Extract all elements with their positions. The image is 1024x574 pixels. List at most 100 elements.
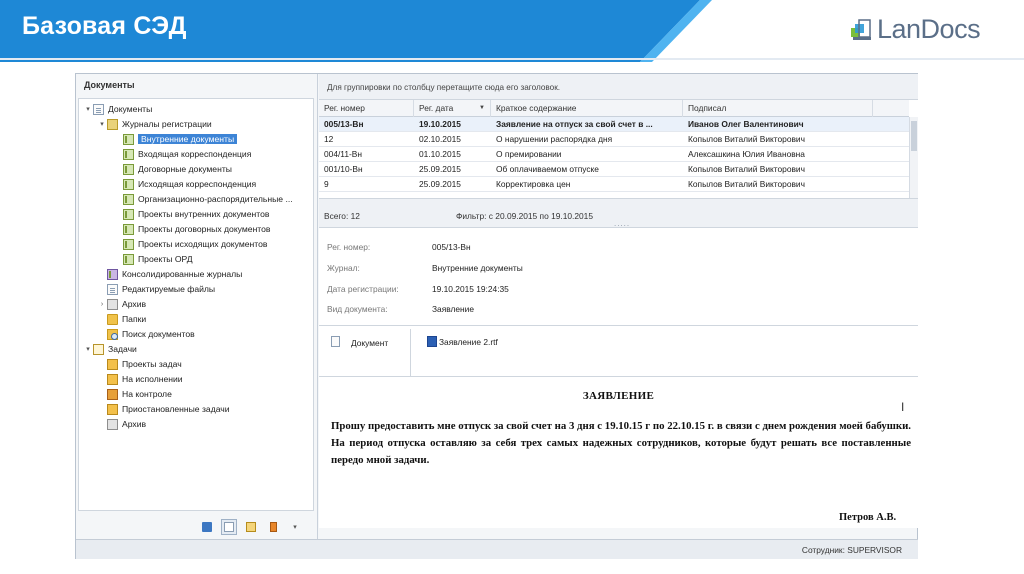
grid-footer: Всего: 12 Фильтр: с 20.09.2015 по 19.10.… xyxy=(319,198,918,228)
sort-descending-icon: ▼ xyxy=(479,105,485,111)
tree-item-label: Архив xyxy=(122,299,147,309)
tree-item-label: Архив xyxy=(122,419,147,429)
column-header-summary[interactable]: Краткое содержание xyxy=(491,100,683,117)
journal-view-button[interactable] xyxy=(221,519,237,535)
task-icon xyxy=(107,358,118,370)
tree-item-ord-drafts[interactable]: Проекты ОРД xyxy=(123,252,193,266)
tree-item-under-control[interactable]: На контроле xyxy=(107,387,172,401)
documents-view-icon xyxy=(202,522,212,532)
journal-icon xyxy=(123,148,134,160)
tree-item-tasks[interactable]: ▾ Задачи xyxy=(83,342,137,356)
tree-item-edited-files[interactable]: Редактируемые файлы xyxy=(107,282,215,296)
tree-item-task-drafts[interactable]: Проекты задач xyxy=(107,357,182,371)
tree-item-contract-drafts[interactable]: Проекты договорных документов xyxy=(123,222,271,236)
tree-item-task-archive[interactable]: Архив xyxy=(107,417,146,431)
tree-item-incoming-correspondence[interactable]: Входящая корреспонденция xyxy=(123,147,251,161)
table-row[interactable]: 001/10-Вн 25.09.2015 Об оплачиваемом отп… xyxy=(319,162,909,177)
documents-grid: Рег. номер Рег. дата ▼ Краткое содержани… xyxy=(319,100,918,198)
toolbar-menu-button[interactable]: ▾ xyxy=(287,519,303,535)
journal-icon xyxy=(123,223,134,235)
tree-item-label: Документы xyxy=(108,104,153,114)
panel-splitter[interactable]: ..... xyxy=(614,219,630,228)
table-row[interactable]: 9 25.09.2015 Корректировка цен Копылов В… xyxy=(319,177,909,192)
cell-reg-number: 004/11-Вн xyxy=(324,149,362,159)
archive-icon xyxy=(107,298,118,310)
total-count: Всего: 12 xyxy=(324,211,360,221)
doc-type-value: Заявление xyxy=(432,304,475,314)
table-row[interactable]: 005/13-Вн 19.10.2015 Заявление на отпуск… xyxy=(319,117,909,132)
scrollbar-thumb[interactable] xyxy=(911,121,917,151)
collapse-arrow-icon[interactable]: ▾ xyxy=(97,120,107,128)
tree-item-internal-drafts[interactable]: Проекты внутренних документов xyxy=(123,207,269,221)
tree-item-suspended-tasks[interactable]: Приостановленные задачи xyxy=(107,402,230,416)
book-view-button[interactable] xyxy=(265,519,281,535)
tree-item-consolidated-journals[interactable]: Консолидированные журналы xyxy=(107,267,242,281)
tree-item-label: Задачи xyxy=(108,344,137,354)
group-by-area[interactable]: Для группировки по столбцу перетащите сю… xyxy=(319,74,918,100)
field-label: Вид документа: xyxy=(327,304,388,314)
date-filter[interactable]: Фильтр: с 20.09.2015 по 19.10.2015 xyxy=(456,211,593,221)
cell-summary: О премировании xyxy=(496,149,562,159)
task-icon xyxy=(107,373,118,385)
tree-item-label: Приостановленные задачи xyxy=(122,404,230,414)
cell-reg-number: 9 xyxy=(324,179,329,189)
table-row[interactable]: 12 02.10.2015 О нарушении распорядка дня… xyxy=(319,132,909,147)
document-preview[interactable]: ЗАЯВЛЕНИЕ I Прошу предоставить мне отпус… xyxy=(319,380,918,528)
tree-item-label: Проекты договорных документов xyxy=(138,224,271,234)
journal-icon xyxy=(123,178,134,190)
documents-view-button[interactable] xyxy=(199,519,215,535)
grid-scrollbar[interactable] xyxy=(909,117,918,198)
tasks-view-button[interactable] xyxy=(243,519,259,535)
search-folder-icon xyxy=(107,328,118,340)
tree-item-internal-documents[interactable]: Внутренние документы xyxy=(123,132,238,146)
cell-summary: Корректировка цен xyxy=(496,179,571,189)
tree-item-in-progress[interactable]: На исполнении xyxy=(107,372,183,386)
attachment-file[interactable]: Заявление 2.rtf xyxy=(427,336,498,347)
cell-signer: Копылов Виталий Викторович xyxy=(688,164,805,174)
table-row[interactable]: 004/11-Вн 01.10.2015 О премировании Алек… xyxy=(319,147,909,162)
document-icon xyxy=(331,336,340,347)
cell-signer: Копылов Виталий Викторович xyxy=(688,134,805,144)
cell-reg-number: 12 xyxy=(324,134,334,144)
tree-item-organizational-documents[interactable]: Организационно-распорядительные ... xyxy=(123,192,293,206)
cell-reg-date: 25.09.2015 xyxy=(419,164,461,174)
task-icon xyxy=(107,403,118,415)
tree-item-label: Журналы регистрации xyxy=(122,119,212,129)
tree-item-registration-journals[interactable]: ▾ Журналы регистрации xyxy=(97,117,212,131)
tree-item-folders[interactable]: Папки xyxy=(107,312,146,326)
tree-item-documents[interactable]: ▾ Документы xyxy=(83,102,152,116)
column-header-reg-date[interactable]: Рег. дата ▼ xyxy=(414,100,491,117)
tasks-view-icon xyxy=(246,522,256,532)
cell-summary: Заявление на отпуск за свой счет в ... xyxy=(496,119,653,129)
tree-item-archive[interactable]: › Архив xyxy=(97,297,146,311)
logo-text: LanDocs xyxy=(877,14,981,44)
column-header-reg-number[interactable]: Рег. номер xyxy=(319,100,414,117)
journal-icon xyxy=(123,208,134,220)
tree-item-label: Исходящая корреспонденция xyxy=(138,179,257,189)
journal-icon xyxy=(123,238,134,250)
landocs-logo: LanDocs xyxy=(851,14,981,45)
tree-item-outgoing-correspondence[interactable]: Исходящая корреспонденция xyxy=(123,177,256,191)
tree-item-outgoing-drafts[interactable]: Проекты исходящих документов xyxy=(123,237,267,251)
preview-title: ЗАЯВЛЕНИЕ xyxy=(582,390,655,402)
dropdown-arrow-icon: ▾ xyxy=(293,524,297,531)
tree-item-document-search[interactable]: Поиск документов xyxy=(107,327,195,341)
tree-item-label: Проекты внутренних документов xyxy=(138,209,270,219)
document-details: Рег. номер: 005/13-Вн Журнал: Внутренние… xyxy=(319,228,918,528)
preview-signature: Петров А.В. xyxy=(839,512,897,523)
tree-item-contract-documents[interactable]: Договорные документы xyxy=(123,162,232,176)
reg-number-value: 005/13-Вн xyxy=(432,242,471,252)
expand-arrow-icon[interactable]: › xyxy=(97,301,107,308)
task-icon xyxy=(107,388,118,400)
cell-reg-number: 001/10-Вн xyxy=(324,164,363,174)
text-cursor-icon: I xyxy=(901,400,905,414)
column-header-signer[interactable]: Подписал xyxy=(683,100,873,117)
tree-item-label: Проекты исходящих документов xyxy=(138,239,268,249)
journal-icon xyxy=(123,133,134,145)
divider xyxy=(410,329,411,376)
collapse-arrow-icon[interactable]: ▾ xyxy=(83,105,93,113)
cell-reg-number: 005/13-Вн xyxy=(324,119,364,129)
collapse-arrow-icon[interactable]: ▾ xyxy=(83,345,93,353)
panel-header: Документы xyxy=(84,80,135,90)
cell-signer: Иванов Олег Валентинович xyxy=(688,119,804,129)
